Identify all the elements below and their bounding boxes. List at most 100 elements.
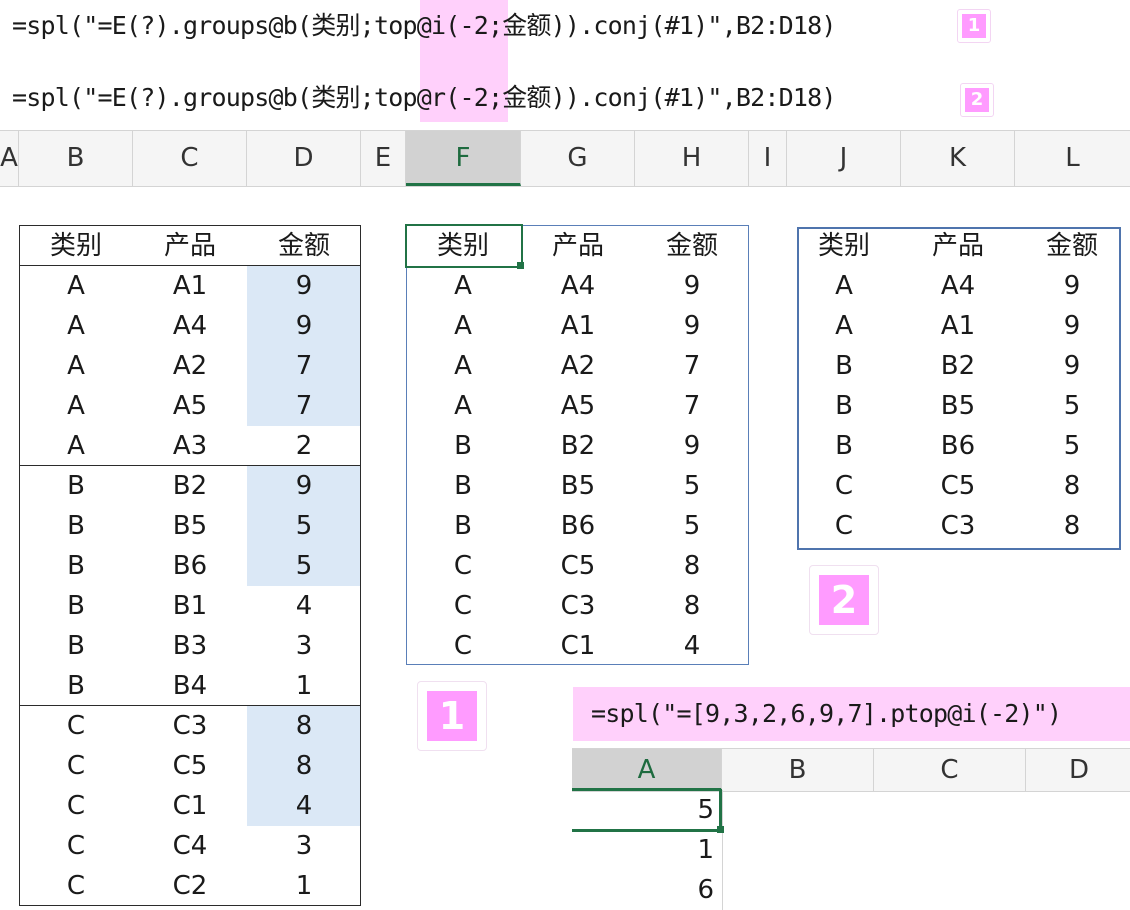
- result_r-cell[interactable]: C: [787, 466, 901, 506]
- source_table-cell[interactable]: B4: [133, 666, 247, 706]
- source_table-cell[interactable]: 4: [247, 786, 361, 826]
- result_i-cell[interactable]: 5: [635, 506, 749, 546]
- source_table-cell[interactable]: C: [19, 786, 133, 826]
- result_i-cell[interactable]: B: [406, 426, 520, 466]
- column-header-h[interactable]: H: [635, 131, 749, 186]
- inset-column-header-a[interactable]: A: [572, 749, 722, 791]
- source_table-cell[interactable]: A5: [133, 386, 247, 426]
- source_table-cell[interactable]: C: [19, 746, 133, 786]
- source_table-cell[interactable]: 9: [247, 266, 361, 306]
- result_r-cell[interactable]: 8: [1015, 506, 1129, 546]
- source_table-cell[interactable]: C: [19, 866, 133, 906]
- formula-line-1[interactable]: =spl("=E(?).groups@b(类别;top@i(-2;金额)).co…: [12, 6, 836, 46]
- source_table-cell[interactable]: B: [19, 666, 133, 706]
- source_table-cell[interactable]: A4: [133, 306, 247, 346]
- source_table-cell[interactable]: 1: [247, 666, 361, 706]
- column-header-j[interactable]: J: [787, 131, 901, 186]
- result_i-cell[interactable]: A: [406, 306, 520, 346]
- inset-value-2[interactable]: 1: [572, 830, 718, 870]
- source_table-cell[interactable]: A: [19, 426, 133, 466]
- result_i-cell[interactable]: A: [406, 386, 520, 426]
- result_i-cell[interactable]: 8: [635, 546, 749, 586]
- result_r-cell[interactable]: C3: [901, 506, 1015, 546]
- result_r-cell[interactable]: A4: [901, 266, 1015, 306]
- source_table-cell[interactable]: B: [19, 546, 133, 586]
- source_table-cell[interactable]: 7: [247, 386, 361, 426]
- source_table-header-cell[interactable]: 类别: [19, 226, 133, 266]
- source_table-cell[interactable]: B: [19, 466, 133, 506]
- source_table-cell[interactable]: A: [19, 266, 133, 306]
- result_i-cell[interactable]: 7: [635, 346, 749, 386]
- result_i-cell[interactable]: A5: [521, 386, 635, 426]
- result_i-cell[interactable]: A1: [521, 306, 635, 346]
- source_table-cell[interactable]: B1: [133, 586, 247, 626]
- result_r-cell[interactable]: 8: [1015, 466, 1129, 506]
- result_i-cell[interactable]: B: [406, 466, 520, 506]
- inset-fill-handle[interactable]: [717, 826, 724, 833]
- result_i-header-cell[interactable]: 产品: [521, 226, 635, 266]
- result_i-cell[interactable]: 7: [635, 386, 749, 426]
- result_r-cell[interactable]: A: [787, 306, 901, 346]
- result_i-cell[interactable]: C: [406, 626, 520, 666]
- source_table-cell[interactable]: 2: [247, 426, 361, 466]
- source_table-cell[interactable]: 3: [247, 826, 361, 866]
- result_i-cell[interactable]: A4: [521, 266, 635, 306]
- result_i-cell[interactable]: C5: [521, 546, 635, 586]
- result_i-cell[interactable]: 8: [635, 586, 749, 626]
- result_i-cell[interactable]: C1: [521, 626, 635, 666]
- result_r-cell[interactable]: A: [787, 266, 901, 306]
- inset-column-header-c[interactable]: C: [874, 749, 1026, 791]
- result_r-cell[interactable]: B2: [901, 346, 1015, 386]
- source_table-cell[interactable]: 9: [247, 306, 361, 346]
- result_i-cell[interactable]: C: [406, 586, 520, 626]
- result_i-cell[interactable]: B: [406, 506, 520, 546]
- source_table-cell[interactable]: C5: [133, 746, 247, 786]
- inset-active-cell[interactable]: [572, 789, 722, 832]
- result_i-cell[interactable]: A: [406, 346, 520, 386]
- result_i-cell[interactable]: 9: [635, 266, 749, 306]
- result_r-cell[interactable]: B: [787, 386, 901, 426]
- result_r-header-cell[interactable]: 金额: [1015, 226, 1129, 266]
- result_i-cell[interactable]: A2: [521, 346, 635, 386]
- source_table-cell[interactable]: 8: [247, 706, 361, 746]
- result_i-cell[interactable]: B5: [521, 466, 635, 506]
- result_i-header-cell[interactable]: 类别: [406, 226, 520, 266]
- result_i-cell[interactable]: 4: [635, 626, 749, 666]
- inset-formula-bar[interactable]: =spl("=[9,3,2,6,9,7].ptop@i(-2)"): [573, 687, 1130, 741]
- result_r-cell[interactable]: 5: [1015, 426, 1129, 466]
- column-header-e[interactable]: E: [361, 131, 406, 186]
- source_table-cell[interactable]: A: [19, 346, 133, 386]
- source_table-cell[interactable]: A: [19, 386, 133, 426]
- column-header-i[interactable]: I: [749, 131, 787, 186]
- column-header-b[interactable]: B: [19, 131, 133, 186]
- source_table-cell[interactable]: B3: [133, 626, 247, 666]
- source_table-cell[interactable]: 8: [247, 746, 361, 786]
- column-header-l[interactable]: L: [1015, 131, 1130, 186]
- column-header-f[interactable]: F: [406, 131, 521, 186]
- result_r-cell[interactable]: C5: [901, 466, 1015, 506]
- result_i-cell[interactable]: B6: [521, 506, 635, 546]
- result_r-header-cell[interactable]: 产品: [901, 226, 1015, 266]
- source_table-cell[interactable]: 4: [247, 586, 361, 626]
- column-header-g[interactable]: G: [521, 131, 635, 186]
- column-header-k[interactable]: K: [901, 131, 1015, 186]
- result_r-cell[interactable]: 9: [1015, 266, 1129, 306]
- source_table-cell[interactable]: 9: [247, 466, 361, 506]
- source_table-cell[interactable]: 1: [247, 866, 361, 906]
- inset-column-header-d[interactable]: D: [1026, 749, 1130, 791]
- result_r-cell[interactable]: B5: [901, 386, 1015, 426]
- source_table-cell[interactable]: C1: [133, 786, 247, 826]
- result_r-header-cell[interactable]: 类别: [787, 226, 901, 266]
- inset-column-header-b[interactable]: B: [722, 749, 874, 791]
- source_table-cell[interactable]: B: [19, 506, 133, 546]
- result_r-cell[interactable]: C: [787, 506, 901, 546]
- result_i-cell[interactable]: C3: [521, 586, 635, 626]
- source_table-cell[interactable]: A: [19, 306, 133, 346]
- result_i-cell[interactable]: B2: [521, 426, 635, 466]
- source_table-cell[interactable]: A1: [133, 266, 247, 306]
- inset-value-3[interactable]: 6: [572, 870, 718, 910]
- source_table-cell[interactable]: A3: [133, 426, 247, 466]
- result_r-cell[interactable]: B: [787, 426, 901, 466]
- result_i-cell[interactable]: 5: [635, 466, 749, 506]
- source_table-cell[interactable]: C: [19, 826, 133, 866]
